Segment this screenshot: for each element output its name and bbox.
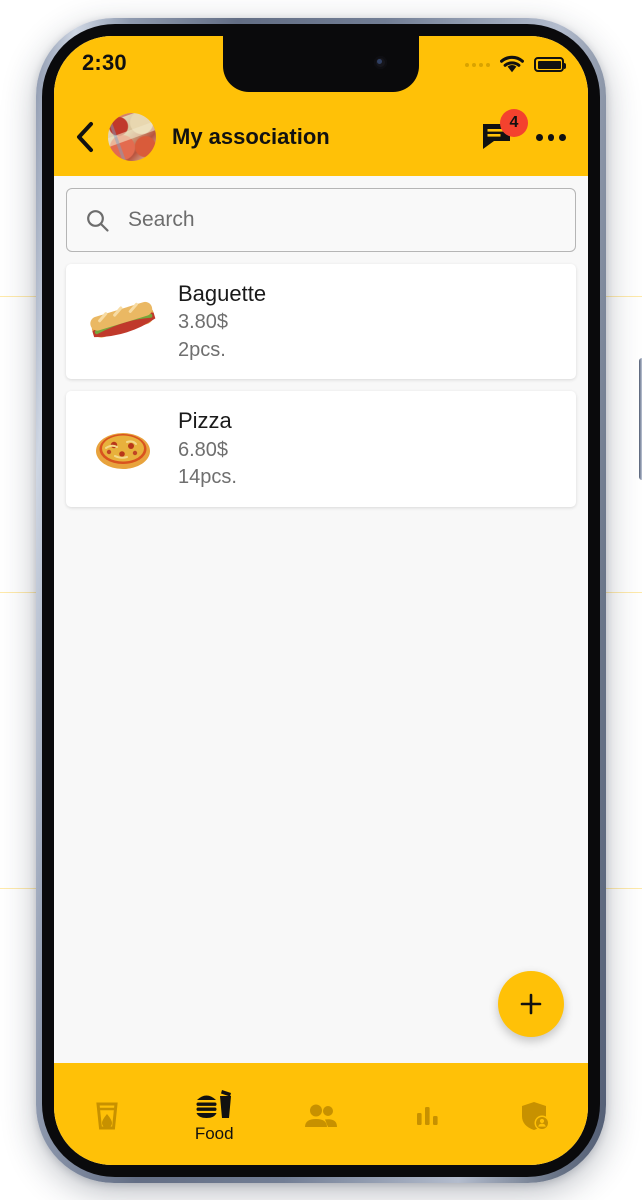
drink-glass-icon [96, 1102, 119, 1130]
pizza-icon [84, 419, 162, 479]
more-horizontal-icon [536, 133, 543, 141]
chat-badge: 4 [500, 109, 528, 137]
item-quantity: 2pcs. [178, 338, 226, 361]
nav-item-food[interactable]: Food [161, 1063, 268, 1165]
item-quantity: 14pcs. [178, 466, 237, 489]
status-time: 2:30 [82, 50, 127, 75]
fast-food-icon [196, 1089, 232, 1118]
people-group-icon [304, 1104, 337, 1127]
search-icon [87, 209, 109, 232]
search-input[interactable]: Search [66, 188, 576, 252]
item-name: Pizza [178, 408, 232, 434]
list-item[interactable]: Pizza 6.80$ 14pcs. [66, 391, 576, 507]
bottom-navigation: Food [54, 1063, 588, 1165]
app-bar: My association 4 [54, 98, 588, 176]
item-price: 6.80$ [178, 438, 229, 461]
item-price: 3.80$ [178, 311, 229, 334]
more-options-button[interactable] [536, 133, 567, 141]
item-details: Baguette 3.80$ 2pcs. [178, 280, 266, 363]
back-chevron-icon [77, 122, 93, 152]
search-section: Search [54, 176, 588, 252]
search-placeholder: Search [128, 208, 195, 231]
bar-chart-icon [416, 1107, 438, 1125]
shield-person-icon [521, 1102, 550, 1131]
battery-full-icon [534, 57, 566, 72]
phone-frame: 2:30 My association 4 Search Baguette 3.… [36, 18, 642, 1183]
page-title: My association [172, 124, 330, 149]
avatar[interactable] [108, 113, 156, 161]
list-item[interactable]: Baguette 3.80$ 2pcs. [66, 264, 576, 380]
phone-screen: 2:30 My association 4 Search Baguette 3.… [54, 36, 588, 1165]
plus-icon [520, 993, 542, 1015]
item-name: Baguette [178, 281, 267, 306]
chat-button[interactable]: 4 [478, 109, 528, 157]
wifi-icon [500, 55, 524, 73]
baguette-sandwich-icon [84, 292, 162, 352]
front-camera-icon [374, 56, 387, 69]
nav-item-members[interactable] [268, 1063, 375, 1165]
status-bar: 2:30 [54, 36, 588, 98]
content-area: Search Baguette 3.80$ 2pcs. Pizza 6.80$ … [54, 176, 588, 1063]
signal-dots-icon [465, 62, 490, 67]
item-details: Pizza 6.80$ 14pcs. [178, 407, 237, 490]
add-item-fab[interactable] [498, 971, 564, 1037]
notch [223, 36, 419, 92]
nav-label-food: Food [194, 1123, 234, 1143]
status-indicators [465, 55, 566, 74]
back-button[interactable] [68, 117, 102, 157]
nav-item-stats[interactable] [374, 1063, 481, 1165]
